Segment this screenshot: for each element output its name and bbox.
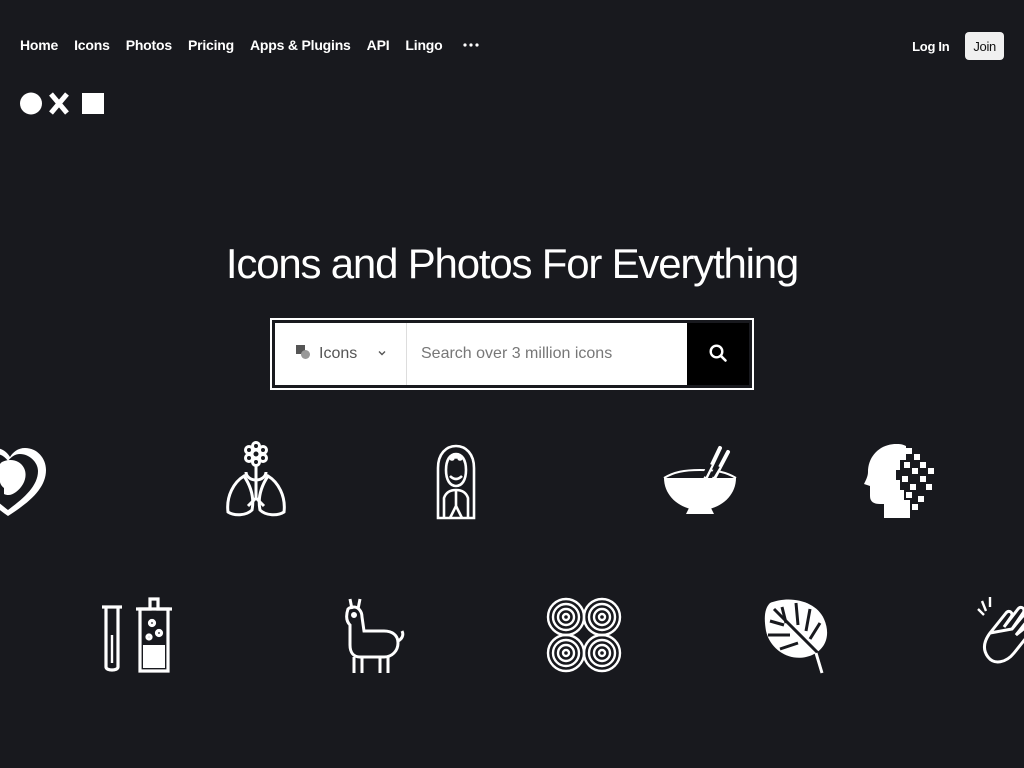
- clapping-hands-icon[interactable]: [976, 595, 1024, 675]
- top-navigation: Home Icons Photos Pricing Apps & Plugins…: [0, 0, 1024, 92]
- more-menu-icon[interactable]: [462, 37, 479, 53]
- nav-link-pricing[interactable]: Pricing: [188, 37, 234, 53]
- flower-lungs-icon[interactable]: [216, 440, 296, 520]
- nav-links: Home Icons Photos Pricing Apps & Plugins…: [20, 37, 479, 53]
- search-type-dropdown[interactable]: Icons: [275, 323, 407, 385]
- search-button[interactable]: [687, 323, 749, 385]
- nav-link-icons[interactable]: Icons: [74, 37, 110, 53]
- search-bar: Icons: [270, 318, 754, 390]
- nav-link-lingo[interactable]: Lingo: [405, 37, 442, 53]
- join-button[interactable]: Join: [965, 32, 1004, 60]
- login-link[interactable]: Log In: [912, 39, 949, 54]
- nav-link-apps-plugins[interactable]: Apps & Plugins: [250, 37, 351, 53]
- shapes-icon: [295, 344, 311, 365]
- heart-face-icon[interactable]: [0, 440, 48, 520]
- monstera-leaf-icon[interactable]: [760, 595, 840, 675]
- pixel-head-icon[interactable]: [860, 440, 940, 520]
- search-type-label: Icons: [319, 345, 358, 362]
- spiral-knot-icon[interactable]: [544, 595, 624, 675]
- chevron-down-icon: [377, 345, 387, 363]
- nav-link-home[interactable]: Home: [20, 37, 58, 53]
- nav-auth: Log In Join: [912, 32, 1004, 60]
- search-input[interactable]: [407, 323, 687, 385]
- nav-link-photos[interactable]: Photos: [126, 37, 172, 53]
- llama-icon[interactable]: [332, 595, 412, 675]
- logo[interactable]: [20, 92, 106, 116]
- search-icon: [708, 343, 728, 366]
- hero-title: Icons and Photos For Everything: [225, 240, 799, 287]
- woman-portrait-icon[interactable]: [416, 440, 496, 520]
- test-tube-bottle-icon[interactable]: [96, 595, 176, 675]
- nav-link-api[interactable]: API: [367, 37, 390, 53]
- bowl-chopsticks-icon[interactable]: [660, 440, 740, 520]
